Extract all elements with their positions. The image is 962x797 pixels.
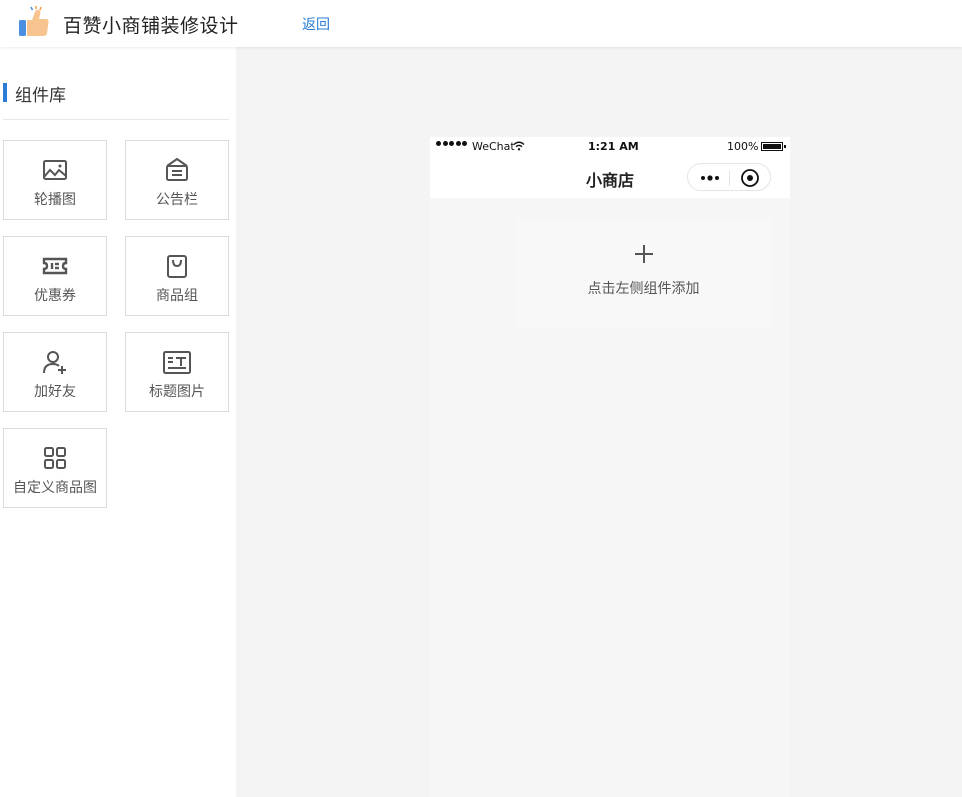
design-canvas: WeChat 1:21 AM 100% 小商店 点击左侧组件添加 — [236, 47, 962, 797]
battery-percentage: 100% — [727, 140, 759, 153]
shopping-bag-icon — [167, 255, 187, 278]
component-label: 自定义商品图 — [13, 480, 97, 496]
component-coupon[interactable]: 优惠券 — [3, 236, 107, 316]
notice-board-icon — [166, 157, 188, 181]
top-header: 百赞小商铺装修设计 返回 — [0, 0, 962, 47]
component-library-title: 组件库 — [15, 86, 66, 106]
component-notice-board[interactable]: 公告栏 — [125, 140, 229, 220]
component-carousel[interactable]: 轮播图 — [3, 140, 107, 220]
app-title: 百赞小商铺装修设计 — [63, 15, 239, 37]
close-mini-program-icon[interactable] — [740, 168, 760, 188]
capsule-divider — [729, 170, 730, 186]
phone-status-bar: WeChat 1:21 AM 100% — [430, 137, 790, 157]
mini-program-navbar: 小商店 — [430, 157, 790, 198]
component-label: 商品组 — [156, 288, 198, 304]
component-label: 公告栏 — [156, 192, 198, 208]
add-component-placeholder[interactable]: 点击左侧组件添加 — [516, 219, 771, 327]
component-product-group[interactable]: 商品组 — [125, 236, 229, 316]
component-label: 优惠券 — [34, 288, 76, 304]
battery-icon — [761, 142, 786, 151]
component-label: 标题图片 — [149, 384, 205, 400]
component-library-header: 组件库 — [3, 80, 229, 120]
title-image-icon — [163, 351, 191, 374]
add-user-icon — [43, 351, 66, 374]
image-icon — [43, 160, 67, 180]
phone-preview: WeChat 1:21 AM 100% 小商店 点击左侧组件添加 — [430, 137, 790, 797]
component-library-sidebar: 组件库 轮播图 公告栏 优惠券 商品组 加好友 标题图片 自定义商品图 — [0, 47, 236, 797]
back-link[interactable]: 返回 — [302, 14, 330, 34]
wifi-icon — [513, 141, 525, 151]
component-label: 轮播图 — [34, 192, 76, 208]
add-component-hint: 点击左侧组件添加 — [587, 281, 700, 297]
grid-icon — [44, 447, 66, 469]
carrier-name: WeChat — [472, 140, 515, 153]
title-accent-bar — [3, 83, 7, 102]
capsule-menu — [687, 163, 771, 191]
component-add-friend[interactable]: 加好友 — [3, 332, 107, 412]
component-custom-product-image[interactable]: 自定义商品图 — [3, 428, 107, 508]
status-time: 1:21 AM — [588, 140, 639, 153]
more-icon[interactable] — [700, 175, 720, 181]
thumbs-up-icon — [19, 6, 49, 36]
signal-strength-icon — [436, 141, 469, 146]
ticket-icon — [42, 257, 68, 275]
component-title-image[interactable]: 标题图片 — [125, 332, 229, 412]
plus-icon — [516, 243, 771, 269]
component-label: 加好友 — [34, 384, 76, 400]
